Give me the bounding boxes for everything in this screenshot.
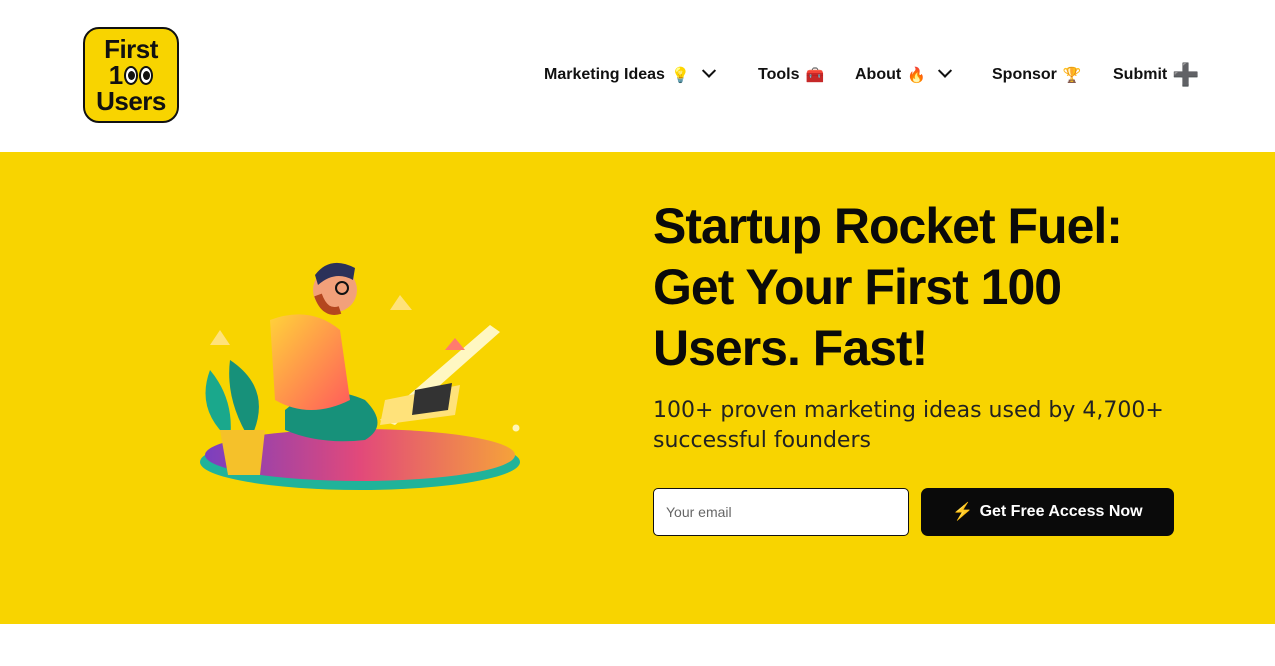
hero-title-line: Users. Fast! xyxy=(653,320,928,376)
nav-item-sponsor[interactable]: Sponsor 🏆 xyxy=(992,60,1082,90)
hero-section: Startup Rocket Fuel: Get Your First 100 … xyxy=(0,152,1275,624)
nav-label: Submit xyxy=(1113,66,1168,83)
page-bottom-strip xyxy=(0,624,1275,666)
nav-item-tools[interactable]: Tools 🧰 xyxy=(758,60,824,90)
logo-line-users: Users xyxy=(96,86,166,116)
site-header: First 1 Users Marketing Ideas 💡 Tools 🧰 … xyxy=(0,0,1275,152)
email-input[interactable] xyxy=(653,488,909,536)
plus-icon: ➕ xyxy=(1172,62,1200,87)
hero-title-line: Get Your First 100 xyxy=(653,259,1062,315)
nav-item-submit[interactable]: Submit ➕ xyxy=(1113,60,1200,90)
main-nav: Marketing Ideas 💡 Tools 🧰 About 🔥 Sponso… xyxy=(0,60,1275,90)
hero-title-line: Startup Rocket Fuel: xyxy=(653,198,1123,254)
nav-item-marketing-ideas[interactable]: Marketing Ideas 💡 xyxy=(544,60,716,90)
toolbox-icon: 🧰 xyxy=(805,67,825,84)
lightning-icon: ⚡ xyxy=(952,502,974,521)
nav-item-about[interactable]: About 🔥 xyxy=(855,60,952,90)
trophy-icon: 🏆 xyxy=(1062,67,1082,84)
nav-label: Marketing Ideas xyxy=(544,66,665,83)
nav-label: About xyxy=(855,66,902,83)
logo-line-first: First xyxy=(104,34,158,64)
founder-laptop-illustration xyxy=(200,262,520,490)
fire-icon: 🔥 xyxy=(907,67,926,84)
chevron-down-icon[interactable] xyxy=(701,63,716,78)
cta-label: Get Free Access Now xyxy=(979,503,1143,520)
chevron-down-icon[interactable] xyxy=(937,63,952,78)
hero-title: Startup Rocket Fuel: Get Your First 100 … xyxy=(653,196,1213,379)
hero-subtitle: 100+ proven marketing ideas used by 4,70… xyxy=(653,398,1164,453)
nav-label: Sponsor xyxy=(992,66,1057,83)
lightbulb-icon: 💡 xyxy=(670,67,690,84)
nav-label: Tools xyxy=(758,66,800,83)
get-free-access-button[interactable]: ⚡ Get Free Access Now xyxy=(921,488,1174,536)
